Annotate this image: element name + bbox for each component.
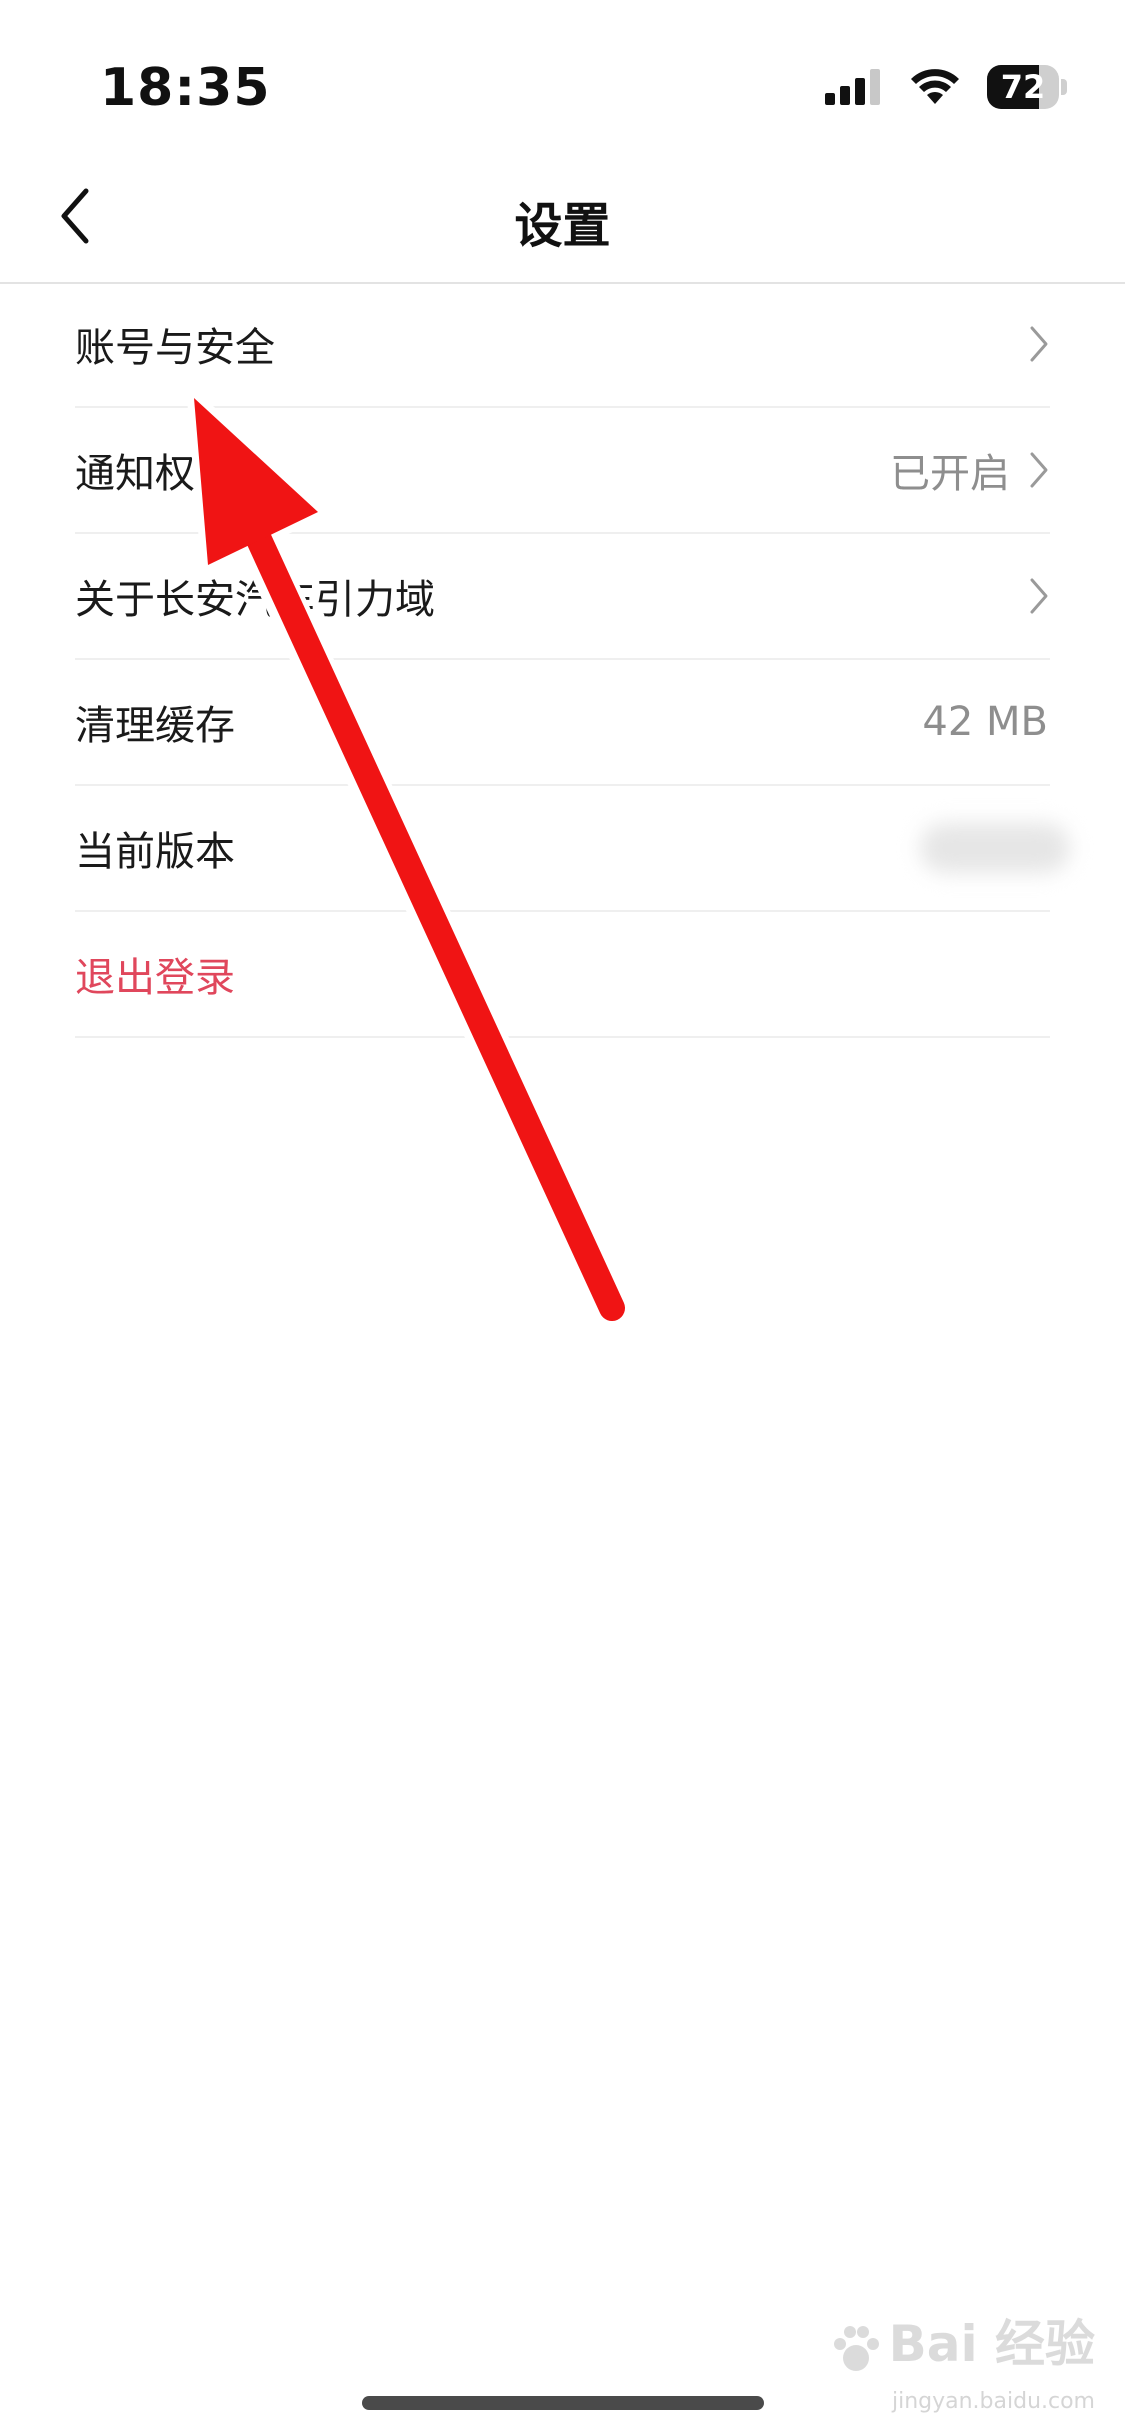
battery-level: 72 [1000,68,1046,106]
settings-item-account-security[interactable]: 账号与安全 [75,282,1050,408]
status-time: 18:35 [100,58,271,118]
chevron-right-icon [1028,450,1050,490]
settings-item-label: 当前版本 [75,829,235,875]
home-indicator[interactable] [362,2396,764,2410]
settings-item-about[interactable]: 关于长安汽车引力域 [75,534,1050,660]
settings-item-label: 清理缓存 [75,703,235,749]
watermark-text: Bai 经验 [888,2315,1095,2373]
status-bar: 18:35 72 [0,0,1125,150]
page-title: 设置 [514,198,611,254]
settings-item-label: 账号与安全 [75,325,275,371]
settings-list: 账号与安全 通知权限 已开启 关于长安汽车引力域 清理缓存 42 MB 当前版本… [75,282,1070,1038]
settings-item-label: 通知权限 [75,451,235,497]
status-icons: 72 [825,62,1067,112]
logout-label: 退出登录 [75,955,235,1001]
wifi-icon [911,69,959,104]
watermark-logo: Bai 经验 jingyan.baidu.com [829,2304,1095,2414]
settings-item-notification-permission[interactable]: 通知权限 已开启 [75,408,1050,534]
version-value-blurred [920,823,1070,873]
battery-icon: 72 [987,65,1067,109]
nav-bar: 设置 [0,150,1125,284]
watermark-subtext: jingyan.baidu.com [891,2389,1095,2414]
settings-item-label: 关于长安汽车引力域 [75,577,435,623]
settings-item-clear-cache[interactable]: 清理缓存 42 MB [75,660,1050,786]
logout-button[interactable]: 退出登录 [75,912,1050,1038]
settings-item-value: 已开启 [890,451,1010,497]
cache-size-value: 42 MB [922,699,1048,745]
cellular-signal-icon [825,69,880,105]
settings-item-current-version: 当前版本 [75,786,1070,912]
chevron-right-icon [1028,576,1050,616]
chevron-right-icon [1028,324,1050,364]
paw-icon [833,2326,879,2371]
